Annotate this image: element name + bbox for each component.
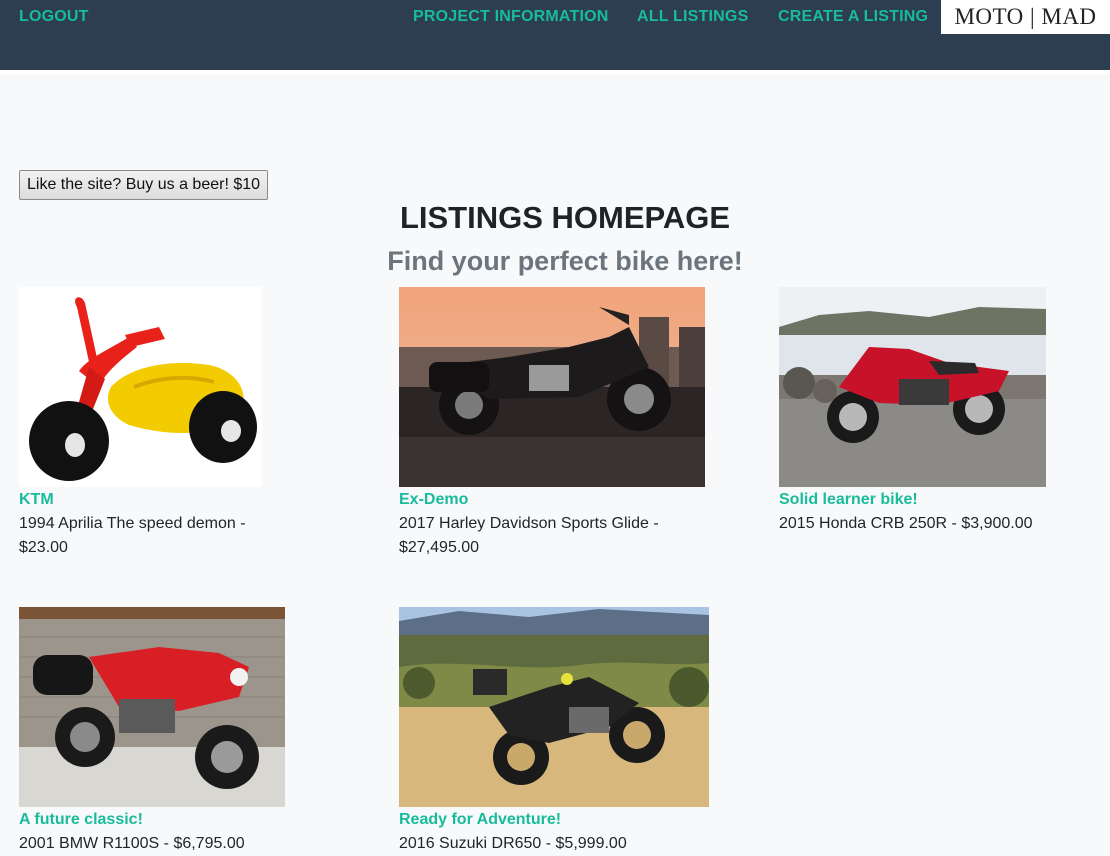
nav-project-information[interactable]: PROJECT INFORMATION <box>413 8 609 26</box>
listing-card: KTM 1994 Aprilia The speed demon - $23.0… <box>19 287 339 560</box>
listing-card: Ready for Adventure! 2016 Suzuki DR650 -… <box>399 607 719 856</box>
logout-link[interactable]: LOGOUT <box>19 8 89 26</box>
listing-image[interactable] <box>19 607 285 807</box>
listing-title[interactable]: Ready for Adventure! <box>399 808 719 832</box>
listing-image[interactable] <box>399 607 709 807</box>
listing-title[interactable]: KTM <box>19 488 339 512</box>
buy-beer-button[interactable]: Like the site? Buy us a beer! $10 <box>19 170 269 200</box>
listing-title[interactable]: Ex-Demo <box>399 488 719 512</box>
listing-description: 1994 Aprilia The speed demon - $23.00 <box>19 515 246 556</box>
top-navbar: LOGOUT PROJECT INFORMATION ALL LISTINGS … <box>0 0 1110 74</box>
listing-image[interactable] <box>399 287 705 487</box>
listing-image[interactable] <box>779 287 1046 487</box>
nav-all-listings[interactable]: ALL LISTINGS <box>637 8 748 26</box>
listing-description: 2016 Suzuki DR650 - $5,999.00 <box>399 835 627 852</box>
listing-description: 2015 Honda CRB 250R - $3,900.00 <box>779 515 1033 532</box>
listing-title[interactable]: Solid learner bike! <box>779 488 1099 512</box>
listing-title[interactable]: A future classic! <box>19 808 339 832</box>
page-title: LISTINGS HOMEPAGE <box>399 200 731 235</box>
nav-create-listing[interactable]: CREATE A LISTING <box>778 8 928 26</box>
listing-card: Ex-Demo 2017 Harley Davidson Sports Glid… <box>399 287 719 560</box>
listing-description: 2017 Harley Davidson Sports Glide - $27,… <box>399 515 659 556</box>
page-subtitle: Find your perfect bike here! <box>387 246 743 276</box>
site-logo[interactable]: MOTO | MAD <box>941 0 1110 34</box>
listing-card: A future classic! 2001 BMW R1100S - $6,7… <box>19 607 339 856</box>
listing-image[interactable] <box>19 287 262 487</box>
listing-card: Solid learner bike! 2015 Honda CRB 250R … <box>779 287 1099 536</box>
logo-text: MOTO | MAD <box>954 4 1097 29</box>
listing-description: 2001 BMW R1100S - $6,795.00 <box>19 835 245 852</box>
